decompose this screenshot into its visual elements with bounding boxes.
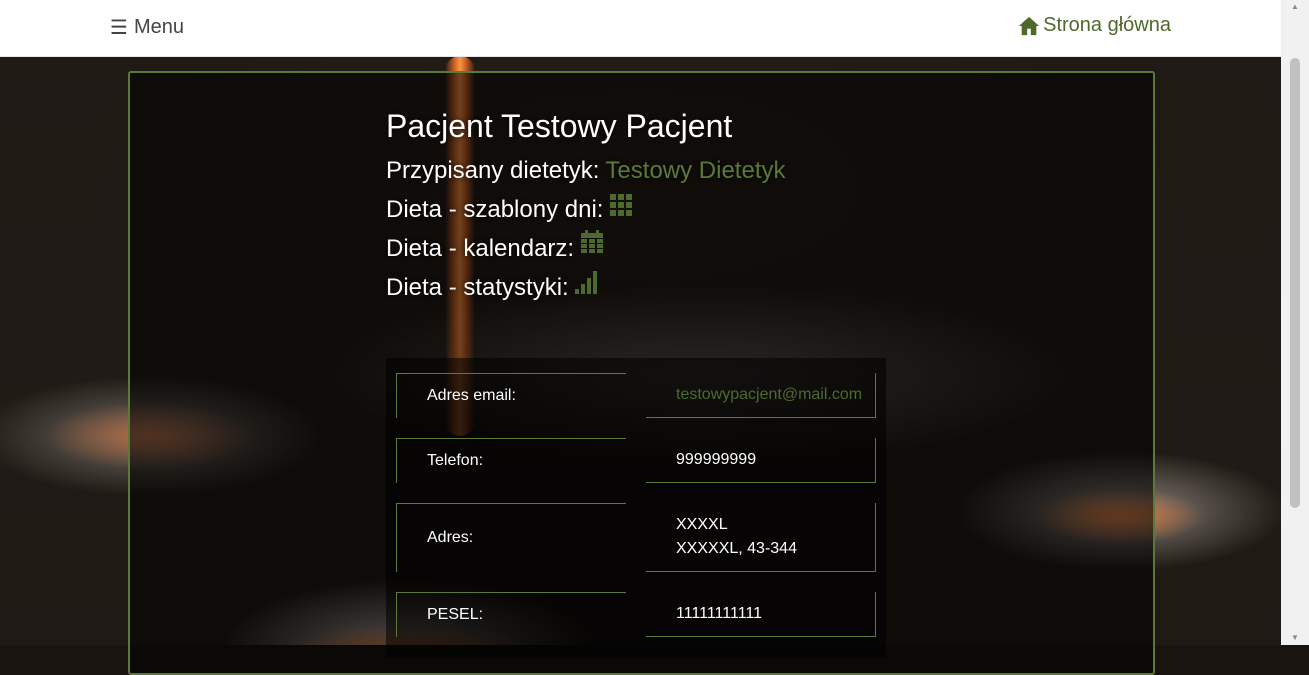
info-label: Adres: bbox=[396, 503, 626, 572]
hamburger-icon: ☰ bbox=[110, 16, 128, 39]
home-label: Strona główna bbox=[1043, 14, 1171, 36]
stats-row: Dieta - statystyki: bbox=[386, 268, 785, 307]
info-row-address: Adres: XXXXL XXXXXL, 43-344 bbox=[396, 503, 876, 572]
address-line-1: XXXXL bbox=[676, 516, 728, 533]
signal-bars-icon[interactable] bbox=[574, 268, 599, 307]
dietitian-label: Przypisany dietetyk: bbox=[386, 157, 600, 184]
vertical-scrollbar[interactable]: ▲ ▼ bbox=[1281, 0, 1309, 645]
page-title: Pacjent Testowy Pacjent bbox=[386, 108, 733, 144]
scroll-down-icon[interactable]: ▼ bbox=[1290, 633, 1300, 643]
info-value: XXXXL XXXXXL, 43-344 bbox=[646, 503, 876, 572]
menu-button[interactable]: ☰ Menu bbox=[110, 16, 184, 39]
top-navbar: ☰ Menu Strona główna bbox=[0, 0, 1281, 57]
info-label: PESEL: bbox=[396, 592, 626, 637]
grid-icon[interactable] bbox=[609, 190, 633, 229]
info-value: 11111111111 bbox=[646, 592, 876, 637]
templates-label: Dieta - szablony dni: bbox=[386, 196, 604, 223]
info-label: Telefon: bbox=[396, 438, 626, 483]
menu-label: Menu bbox=[133, 16, 184, 38]
patient-info-table: Adres email: testowypacjent@mail.com Tel… bbox=[386, 358, 886, 658]
home-link[interactable]: Strona główna bbox=[1018, 14, 1171, 37]
calendar-icon[interactable] bbox=[580, 229, 604, 268]
info-row-pesel: PESEL: 11111111111 bbox=[396, 592, 876, 637]
templates-row: Dieta - szablony dni: bbox=[386, 190, 785, 229]
patient-header: Pacjent Testowy Pacjent Przypisany diete… bbox=[386, 108, 785, 307]
scroll-up-icon[interactable]: ▲ bbox=[1290, 2, 1300, 12]
stats-label: Dieta - statystyki: bbox=[386, 274, 569, 301]
info-row-email: Adres email: testowypacjent@mail.com bbox=[396, 373, 876, 418]
home-icon bbox=[1019, 16, 1040, 36]
phone-value: 999999999 bbox=[676, 451, 757, 468]
scroll-thumb[interactable] bbox=[1290, 58, 1300, 508]
dietitian-row: Przypisany dietetyk: Testowy Dietetyk bbox=[386, 151, 785, 190]
info-row-phone: Telefon: 999999999 bbox=[396, 438, 876, 483]
pesel-value: 11111111111 bbox=[676, 605, 763, 622]
email-link[interactable]: testowypacjent@mail.com bbox=[676, 383, 875, 407]
info-label: Adres email: bbox=[396, 373, 626, 418]
calendar-label: Dieta - kalendarz: bbox=[386, 235, 575, 262]
address-line-2: XXXXXL, 43-344 bbox=[676, 540, 797, 557]
info-value: testowypacjent@mail.com bbox=[646, 373, 876, 418]
info-value: 999999999 bbox=[646, 438, 876, 483]
dietitian-link[interactable]: Testowy Dietetyk bbox=[605, 151, 785, 190]
calendar-row: Dieta - kalendarz: bbox=[386, 229, 785, 268]
